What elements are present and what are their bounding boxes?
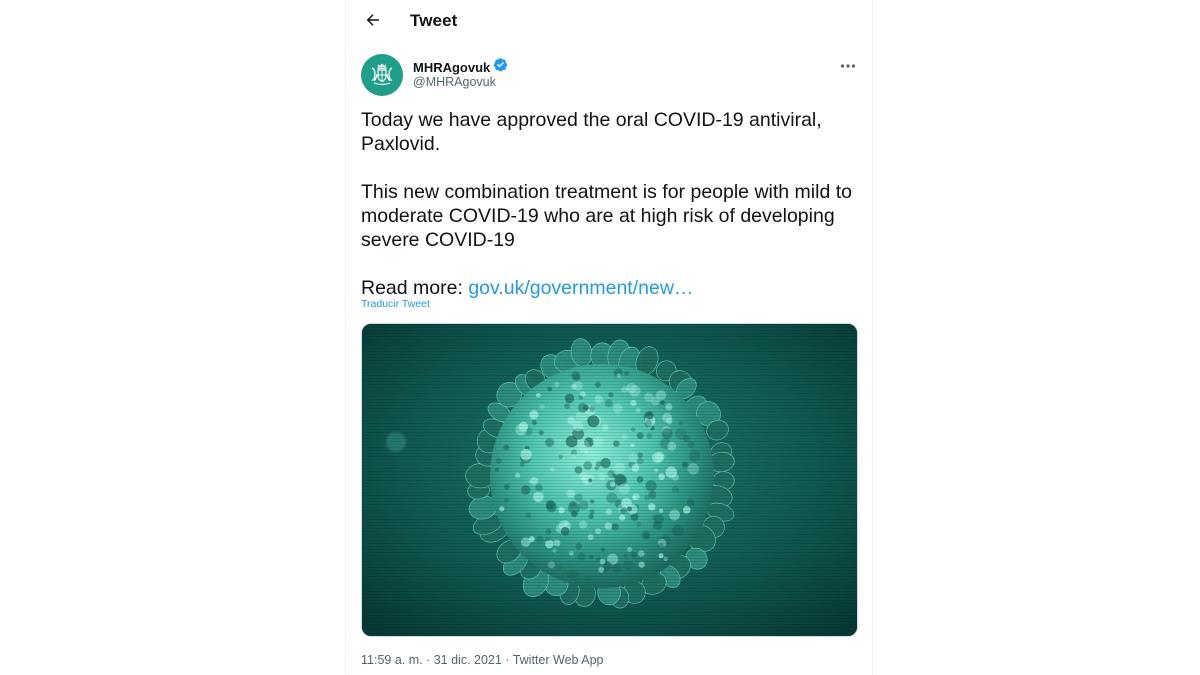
- tweet-media-image[interactable]: [361, 323, 858, 637]
- translate-tweet-link[interactable]: Traducir Tweet: [361, 298, 430, 310]
- read-more-label: Read more:: [361, 277, 469, 299]
- tweet-paragraph: Today we have approved the oral COVID-19…: [361, 109, 822, 155]
- tweet-text: Today we have approved the oral COVID-19…: [361, 108, 861, 300]
- tweet-timestamp[interactable]: 11:59 a. m. · 31 dic. 2021 · Twitter Web…: [361, 653, 604, 667]
- author-name[interactable]: MHRAgovuk: [413, 60, 490, 75]
- more-options-button[interactable]: [836, 55, 860, 75]
- coronavirus-illustration: [362, 324, 857, 636]
- top-bar: Tweet: [346, 0, 872, 44]
- article-link[interactable]: gov.uk/government/new…: [468, 277, 693, 299]
- arrow-left-icon: [364, 11, 382, 34]
- tweet-column: Tweet MHRAgovuk @MHRAgovuk Today we have…: [345, 0, 873, 675]
- more-horizontal-icon: [840, 56, 856, 74]
- back-button[interactable]: [356, 5, 390, 39]
- author-name-row[interactable]: MHRAgovuk: [413, 57, 508, 77]
- royal-coat-of-arms-icon: [365, 56, 399, 95]
- verified-badge-icon: [493, 57, 508, 77]
- tweet-paragraph: This new combination treatment is for pe…: [361, 181, 852, 251]
- author-handle[interactable]: @MHRAgovuk: [413, 75, 496, 89]
- avatar[interactable]: [361, 54, 403, 96]
- page-title: Tweet: [410, 11, 458, 30]
- read-more-line: Read more: gov.uk/government/new…: [361, 276, 861, 300]
